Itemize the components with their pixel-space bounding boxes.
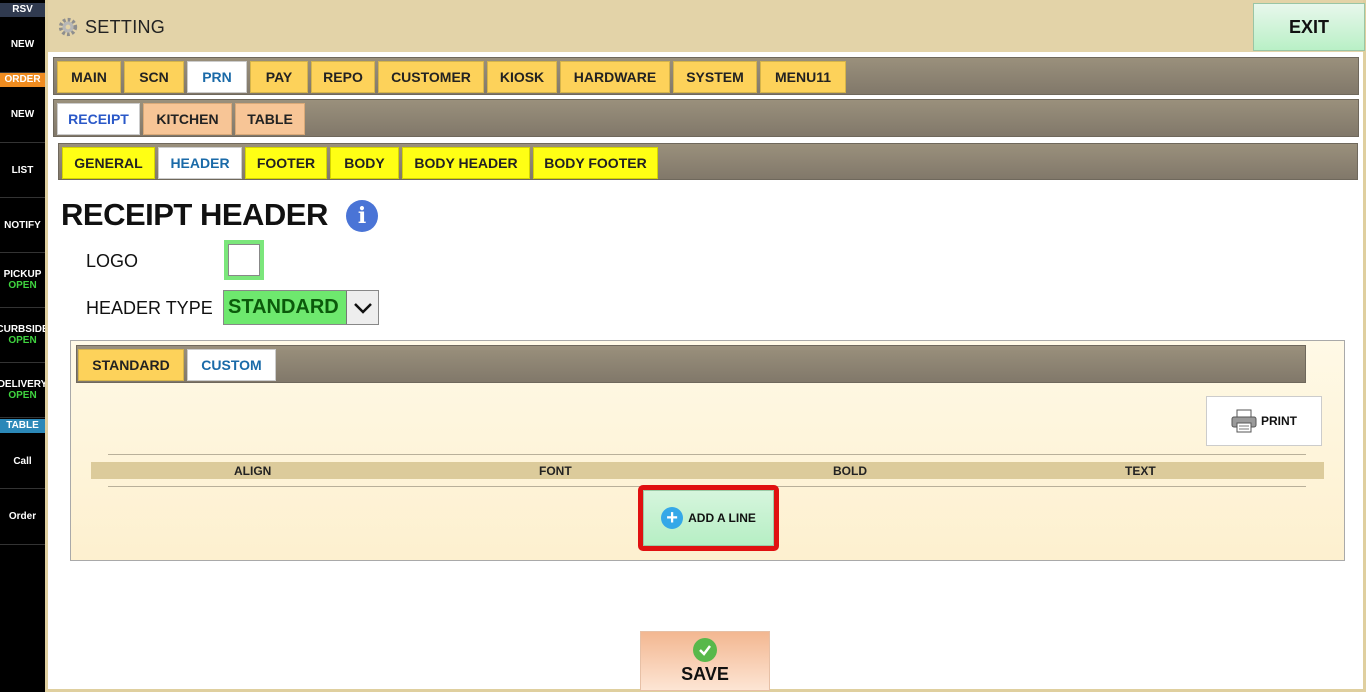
printer-icon [1231,409,1257,433]
column-text: TEXT [1125,464,1156,478]
logo-label: LOGO [86,251,139,271]
column-bold: BOLD [833,464,867,478]
tab-body-header[interactable]: BODY HEADER [402,147,530,179]
delivery-status: OPEN [8,390,37,401]
sidebar-item-list[interactable]: LIST [0,143,45,198]
sidebar-item-delivery[interactable]: DELIVERY OPEN [0,363,45,418]
sidebar-item-notify[interactable]: NOTIFY [0,198,45,253]
sidebar-item-label: DELIVERY [0,379,45,390]
header-type-tab-bar: STANDARD CUSTOM [76,345,1306,383]
header-type-select[interactable]: STANDARD [223,290,379,325]
title-bar: SETTING EXIT [48,0,1365,52]
sidebar-item-label: CURBSIDE [0,324,45,335]
sidebar-header-order: ORDER [0,73,45,87]
gear-icon [58,17,78,37]
tab-footer[interactable]: FOOTER [245,147,327,179]
tab-hardware[interactable]: HARDWARE [560,61,670,93]
sidebar-header-table: TABLE [0,419,45,433]
prn-tab-bar: RECEIPT KITCHEN TABLE [53,99,1359,137]
curbside-status: OPEN [8,335,37,346]
chevron-down-icon[interactable] [346,291,378,324]
tab-kitchen[interactable]: KITCHEN [143,103,232,135]
tab-body[interactable]: BODY [330,147,399,179]
print-button[interactable]: PRINT [1206,396,1322,446]
sidebar-item-label: PICKUP [3,269,42,280]
tab-main[interactable]: MAIN [57,61,121,93]
exit-button[interactable]: EXIT [1253,3,1365,51]
sidebar-item-order-new[interactable]: NEW [0,87,45,143]
column-font: FONT [539,464,572,478]
logo-checkbox-inner [228,244,260,276]
add-line-label: ADD A LINE [688,511,756,525]
main-tab-bar: MAIN SCN PRN PAY REPO CUSTOMER KIOSK HAR… [53,57,1359,95]
tab-custom[interactable]: CUSTOM [187,349,276,381]
tab-system[interactable]: SYSTEM [673,61,757,93]
sidebar-item-rsv-new[interactable]: NEW [0,17,45,73]
add-line-button[interactable]: + ADD A LINE [643,490,774,546]
column-align: ALIGN [234,464,272,478]
tab-standard[interactable]: STANDARD [78,349,184,381]
sidebar-item-label: Call [13,455,32,467]
sidebar-item-order[interactable]: Order [0,489,45,545]
tab-pay[interactable]: PAY [250,61,308,93]
sidebar-item-label: LIST [11,164,34,176]
tab-customer[interactable]: CUSTOMER [378,61,484,93]
save-label: SAVE [681,663,729,684]
settings-window: SETTING EXIT MAIN SCN PRN PAY REPO CUSTO… [45,0,1366,692]
header-type-label: HEADER TYPE [86,298,213,318]
info-icon[interactable]: i [346,200,378,232]
tab-kiosk[interactable]: KIOSK [487,61,557,93]
sidebar-item-label: NEW [10,109,35,120]
tab-repo[interactable]: REPO [311,61,375,93]
print-label: PRINT [1261,414,1297,428]
tab-menu11[interactable]: MENU11 [760,61,846,93]
logo-checkbox[interactable] [224,240,264,280]
sidebar-header-rsv: RSV [0,3,45,17]
receipt-tab-bar: GENERAL HEADER FOOTER BODY BODY HEADER B… [58,143,1358,180]
sidebar-item-pickup[interactable]: PICKUP OPEN [0,253,45,308]
save-button[interactable]: SAVE [640,631,770,691]
tab-body-footer[interactable]: BODY FOOTER [533,147,658,179]
header-lines-table-header: ALIGN FONT BOLD TEXT [91,462,1324,479]
left-sidebar: RSV NEW ORDER NEW LIST NOTIFY PICKUP OPE… [0,0,45,692]
sidebar-item-curbside[interactable]: CURBSIDE OPEN [0,308,45,363]
tab-scn[interactable]: SCN [124,61,184,93]
tab-header[interactable]: HEADER [158,147,242,179]
divider [108,454,1306,455]
check-icon [693,637,717,662]
tab-table[interactable]: TABLE [235,103,305,135]
plus-icon: + [661,507,684,529]
sidebar-item-call[interactable]: Call [0,434,45,489]
tab-prn[interactable]: PRN [187,61,247,93]
sidebar-item-label: Order [8,511,37,522]
page-header-title: SETTING [85,17,166,37]
header-lines-panel: STANDARD CUSTOM PRINT ALIGN FONT BOLD TE… [70,340,1345,561]
tab-general[interactable]: GENERAL [62,147,155,179]
sidebar-item-label: NEW [10,39,35,50]
tab-receipt[interactable]: RECEIPT [57,103,140,135]
sidebar-item-label: NOTIFY [4,219,41,231]
pickup-status: OPEN [8,280,37,291]
page-title: RECEIPT HEADER [61,197,328,232]
header-type-value: STANDARD [228,296,339,318]
